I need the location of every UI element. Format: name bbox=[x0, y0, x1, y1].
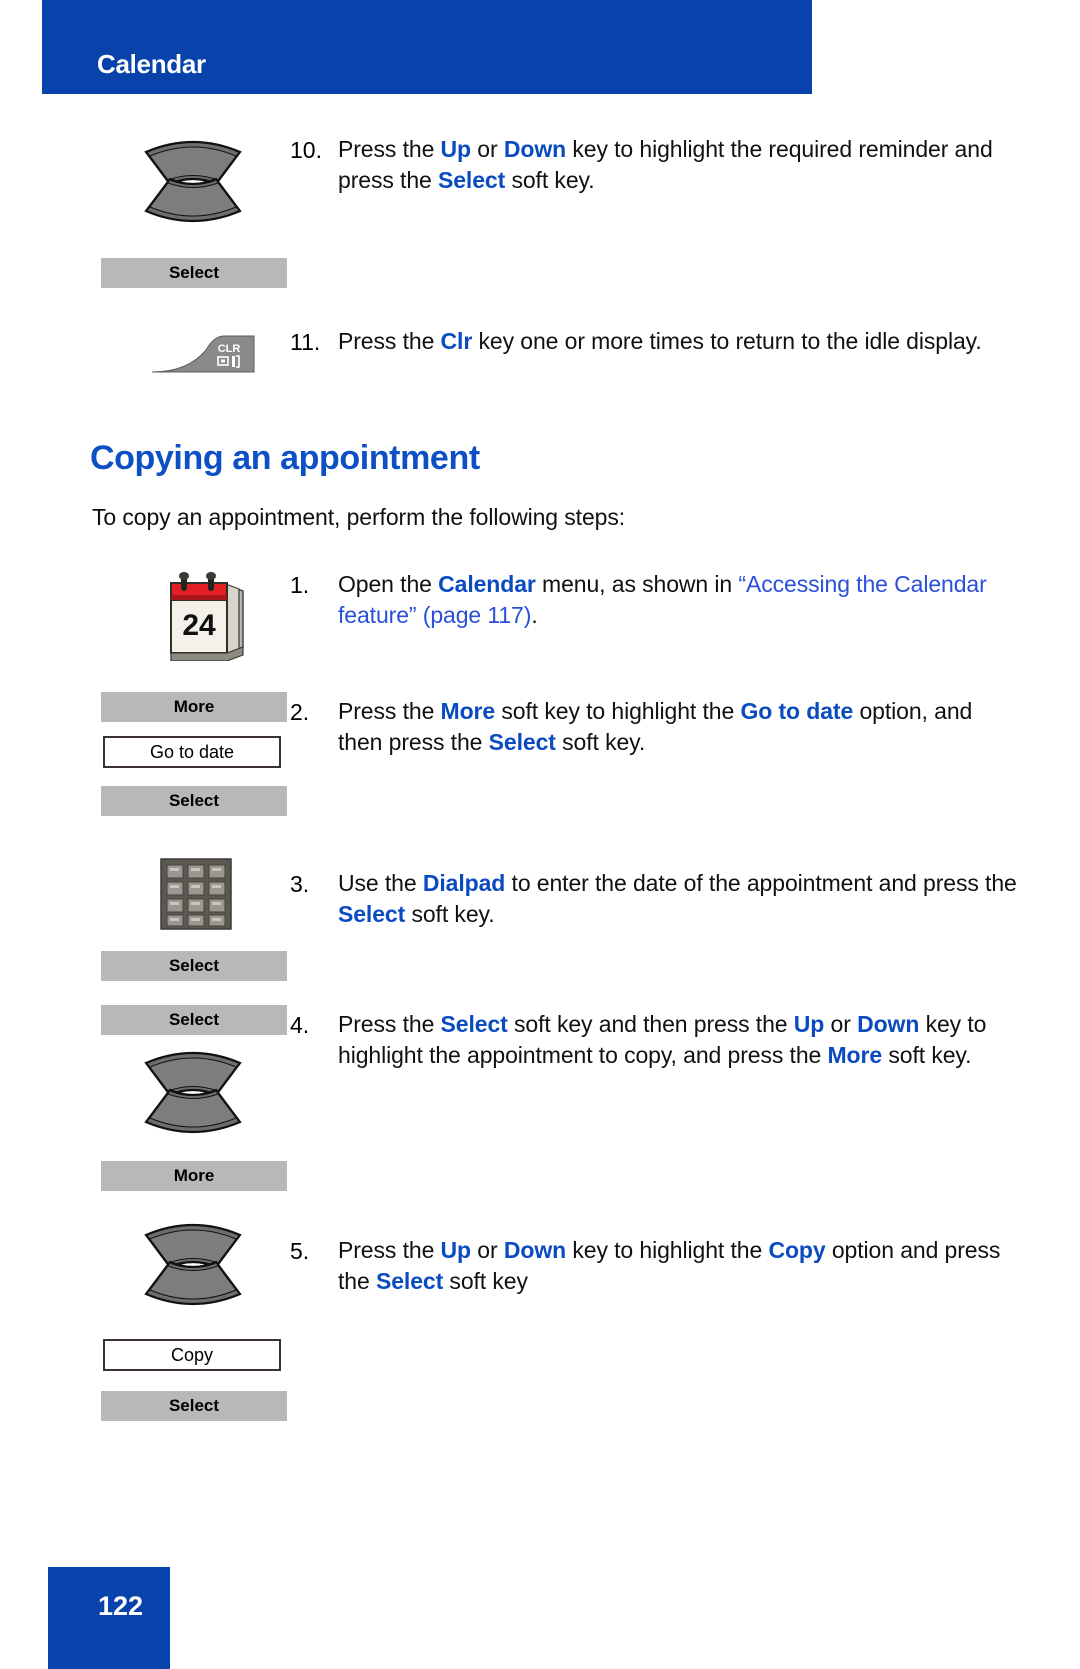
text-run: soft key bbox=[443, 1268, 528, 1294]
term-select: Select bbox=[338, 901, 406, 927]
step-2-icon-column: More Go to date Select bbox=[0, 692, 290, 816]
text-run: soft key. bbox=[882, 1042, 972, 1068]
softkey-more[interactable]: More bbox=[101, 1161, 287, 1191]
step-2-text-column: 2. Press the More soft key to highlight … bbox=[290, 692, 1080, 758]
step-11-icon-column: CLR bbox=[0, 326, 290, 379]
step-number: 2. bbox=[290, 699, 310, 725]
step-number: 1. bbox=[290, 572, 310, 598]
step-row-1: 24 1. Open the Calendar menu, as shown i… bbox=[0, 569, 1080, 666]
step-10-text: Press the Up or Down key to highlight th… bbox=[338, 134, 1020, 196]
softkey-select[interactable]: Select bbox=[101, 1005, 287, 1035]
clr-key-icon: CLR bbox=[150, 326, 290, 379]
step-number: 11. bbox=[290, 329, 321, 355]
page-number: 122 bbox=[98, 1591, 144, 1621]
step-1-text: Open the Calendar menu, as shown in “Acc… bbox=[338, 569, 1020, 631]
text-run: Press the bbox=[338, 1237, 441, 1263]
text-run: to enter the date of the appointment and… bbox=[505, 870, 1017, 896]
page-content: Select 10. Press the Up or Down key to h… bbox=[0, 94, 1080, 1421]
text-run: . bbox=[531, 602, 538, 628]
step-number: 5. bbox=[290, 1238, 310, 1264]
term-copy: Copy bbox=[768, 1237, 826, 1263]
step-2-text: Press the More soft key to highlight the… bbox=[338, 696, 1020, 758]
text-run: or bbox=[824, 1011, 858, 1037]
navigation-up-down-keys-icon bbox=[138, 1217, 248, 1327]
text-run: Open the bbox=[338, 571, 439, 597]
page-footer-banner: 122 bbox=[48, 1567, 170, 1669]
text-run: Use the bbox=[338, 870, 423, 896]
step-5-icon-column: Copy Select bbox=[0, 1217, 290, 1421]
term-down: Down bbox=[503, 1237, 567, 1263]
text-run: Press the bbox=[338, 328, 441, 354]
term-down: Down bbox=[857, 1011, 920, 1037]
step-5-text-column: 5. Press the Up or Down key to highlight… bbox=[290, 1217, 1080, 1297]
page-title: Calendar bbox=[97, 49, 206, 79]
step-3-text: Use the Dialpad to enter the date of the… bbox=[338, 868, 1020, 930]
step-4-icon-column: Select More bbox=[0, 1005, 290, 1191]
calendar-day-number: 24 bbox=[182, 609, 216, 642]
term-up: Up bbox=[793, 1011, 825, 1037]
term-dialpad: Dialpad bbox=[422, 870, 506, 896]
page-header-banner: Calendar bbox=[42, 0, 812, 94]
step-number: 10. bbox=[290, 137, 322, 163]
text-run: or bbox=[471, 1237, 504, 1263]
step-5-text: Press the Up or Down key to highlight th… bbox=[338, 1235, 1020, 1297]
text-run: soft key and then press the bbox=[507, 1011, 794, 1037]
text-run: Press the bbox=[338, 136, 441, 162]
softkey-more[interactable]: More bbox=[101, 692, 287, 722]
option-go-to-date[interactable]: Go to date bbox=[103, 736, 281, 768]
term-calendar: Calendar bbox=[438, 571, 536, 597]
text-run: key one or more times to return to the i… bbox=[472, 328, 982, 354]
step-11-text-column: 11. Press the Clr key one or more times … bbox=[290, 326, 1080, 358]
step-3-text-column: 3. Use the Dialpad to enter the date of … bbox=[290, 858, 1080, 930]
step-row-2: More Go to date Select 2. Press the More… bbox=[0, 692, 1080, 816]
text-run: Press the bbox=[338, 698, 441, 724]
term-up: Up bbox=[440, 1237, 472, 1263]
text-run: or bbox=[471, 136, 504, 162]
step-number: 4. bbox=[290, 1012, 310, 1038]
step-3-icon-column: Select bbox=[0, 858, 290, 981]
step-1-text-column: 1. Open the Calendar menu, as shown in “… bbox=[290, 569, 1080, 631]
step-row-4: Select More 4. Press the Select soft key… bbox=[0, 1005, 1080, 1191]
softkey-select[interactable]: Select bbox=[101, 951, 287, 981]
term-clr: Clr bbox=[440, 328, 473, 354]
term-select: Select bbox=[440, 1011, 508, 1037]
dialpad-icon bbox=[160, 858, 290, 935]
term-more: More bbox=[440, 698, 496, 724]
softkey-select[interactable]: Select bbox=[101, 1391, 287, 1421]
step-1-icon-column: 24 bbox=[0, 569, 290, 666]
term-select: Select bbox=[488, 729, 556, 755]
text-run: menu, as shown in bbox=[535, 571, 739, 597]
step-10-text-column: 10. Press the Up or Down key to highligh… bbox=[290, 134, 1080, 196]
term-select: Select bbox=[438, 167, 506, 193]
softkey-select[interactable]: Select bbox=[101, 786, 287, 816]
calendar-icon: 24 bbox=[155, 569, 290, 666]
step-row-11: CLR 11. Press the Clr key one or more ti… bbox=[0, 326, 1080, 379]
term-select: Select bbox=[375, 1268, 444, 1294]
term-up: Up bbox=[440, 136, 472, 162]
text-run: Press the bbox=[338, 1011, 441, 1037]
step-row-5: Copy Select 5. Press the Up or Down key … bbox=[0, 1217, 1080, 1421]
navigation-up-down-keys-icon bbox=[138, 134, 248, 244]
section-intro-text: To copy an appointment, perform the foll… bbox=[92, 504, 626, 530]
softkey-select[interactable]: Select bbox=[101, 258, 287, 288]
step-10-icon-column: Select bbox=[0, 134, 290, 288]
term-more: More bbox=[827, 1042, 883, 1068]
navigation-up-down-keys-icon bbox=[138, 1045, 248, 1155]
section-heading: Copying an appointment bbox=[90, 439, 480, 477]
step-row-10: Select 10. Press the Up or Down key to h… bbox=[0, 134, 1080, 288]
clr-key-label: CLR bbox=[218, 343, 241, 355]
step-4-text-column: 4. Press the Select soft key and then pr… bbox=[290, 1005, 1080, 1071]
text-run: soft key to highlight the bbox=[495, 698, 741, 724]
term-go-to-date: Go to date bbox=[740, 698, 854, 724]
text-run: soft key. bbox=[405, 901, 495, 927]
step-row-3: Select 3. Use the Dialpad to enter the d… bbox=[0, 858, 1080, 981]
step-4-text: Press the Select soft key and then press… bbox=[338, 1009, 1020, 1071]
step-number: 3. bbox=[290, 871, 310, 897]
text-run: soft key. bbox=[555, 729, 646, 755]
text-run: key to highlight the bbox=[566, 1237, 769, 1263]
text-run: soft key. bbox=[505, 167, 595, 193]
option-copy[interactable]: Copy bbox=[103, 1339, 281, 1371]
term-down: Down bbox=[503, 136, 567, 162]
step-11-text: Press the Clr key one or more times to r… bbox=[338, 326, 982, 357]
